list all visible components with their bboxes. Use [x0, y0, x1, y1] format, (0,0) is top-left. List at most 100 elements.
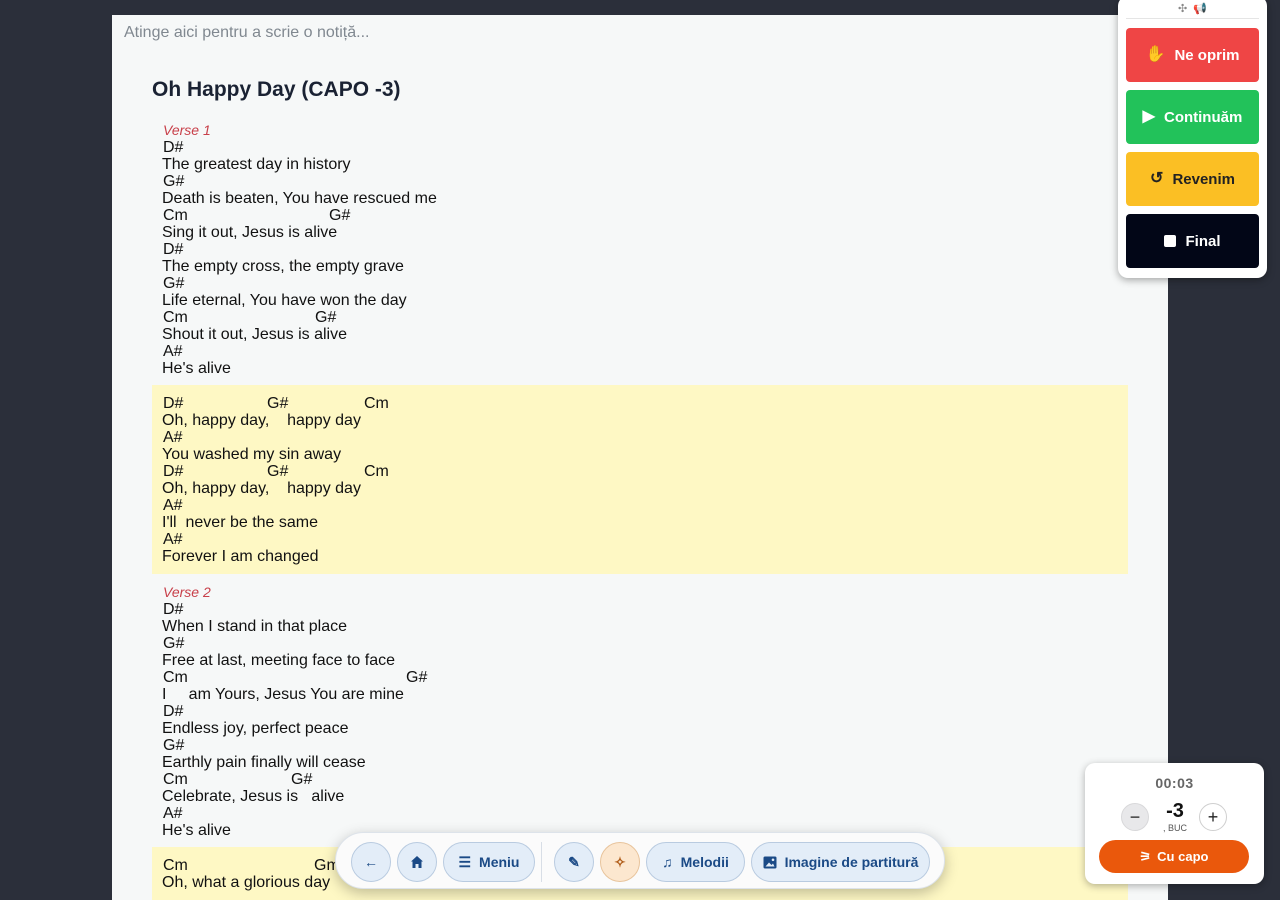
lyric-text: Life eternal, You have won the day	[162, 292, 407, 309]
chord: A#	[163, 429, 183, 446]
lyric-text: Forever I am changed	[162, 548, 319, 565]
chord-row: Cm G#	[162, 309, 1118, 326]
pencil-icon: ✎	[568, 853, 580, 870]
chord: D#	[163, 139, 184, 156]
magic-wand-icon: ✧	[614, 853, 626, 870]
stop-label: Ne oprim	[1174, 46, 1240, 64]
chorus-section: D# G# Cm Oh, happy day, happy day A# You wash…	[152, 385, 1128, 574]
chord: A#	[163, 497, 183, 514]
chord: G#	[163, 737, 185, 754]
elapsed-timer: 00:03	[1155, 775, 1194, 791]
songs-button[interactable]: ♫ Melodii	[646, 842, 745, 882]
chord: D#	[163, 395, 184, 412]
song-line: G# Free at last, meeting face to face	[162, 635, 1118, 669]
lyric-text: I am Yours, Jesus You are mine	[162, 686, 404, 703]
play-icon: ▶	[1142, 108, 1155, 125]
chord-row: A#	[162, 531, 1118, 548]
lyric-text: He's alive	[162, 822, 231, 839]
song-line: A# He's alive	[162, 343, 1118, 377]
chord-row: D#	[162, 241, 1118, 258]
lyric-text: Endless joy, perfect peace	[162, 720, 349, 737]
chord: A#	[163, 343, 183, 360]
chord: Cm	[163, 857, 188, 874]
magic-button[interactable]: ✧	[600, 842, 640, 882]
song-line: D# G# Cm Oh, happy day, happy day	[162, 463, 1118, 497]
chord: Cm	[163, 309, 188, 326]
capo-widget: 00:03 − -3 , BUC + ⚞ Cu capo	[1085, 763, 1264, 884]
home-button[interactable]	[397, 842, 437, 882]
capo-increase-button[interactable]: +	[1199, 803, 1227, 831]
chord-row: D#	[162, 703, 1118, 720]
song-sheet: Oh Happy Day (CAPO -3) Verse 1D#The grea…	[112, 15, 1168, 900]
revert-button[interactable]: ↺ Revenim	[1126, 152, 1259, 206]
song-line: Cm G# Shout it out, Jesus is alive	[162, 309, 1118, 343]
lyric-text: He's alive	[162, 360, 231, 377]
song-line: D# Endless joy, perfect peace	[162, 703, 1118, 737]
lyric-text: Oh, happy day, happy day	[162, 412, 361, 429]
chord-row: D#	[162, 601, 1118, 618]
chord: Cm	[364, 395, 389, 412]
chord: G#	[267, 395, 289, 412]
chord: G#	[163, 635, 185, 652]
menu-button[interactable]: ☰ Meniu	[443, 842, 535, 882]
edit-button[interactable]: ✎	[554, 842, 594, 882]
chord: G#	[315, 309, 337, 326]
chord: Cm	[163, 771, 188, 788]
lyric-text: When I stand in that place	[162, 618, 347, 635]
chord: Cm	[163, 669, 188, 686]
capo-decrease-button[interactable]: −	[1121, 803, 1149, 831]
songs-label: Melodii	[680, 854, 729, 870]
song-line: A# Forever I am changed	[162, 531, 1118, 565]
music-note-icon: ♫	[662, 854, 673, 870]
menu-label: Meniu	[479, 854, 520, 870]
control-panel: ✣ 📢 ✋ Ne oprim ▶ Continuăm ↺ Revenim Fina…	[1118, 0, 1267, 278]
chord-row: G#	[162, 275, 1118, 292]
chord-row: A#	[162, 497, 1118, 514]
sheet-image-button[interactable]: Imagine de partitură	[751, 842, 930, 882]
lyric-text: Earthly pain finally will cease	[162, 754, 366, 771]
chord: Cm	[364, 463, 389, 480]
chord-row: G#	[162, 737, 1118, 754]
lyric-text: Shout it out, Jesus is alive	[162, 326, 347, 343]
chord-row: D#	[162, 139, 1118, 156]
song-line: G# Life eternal, You have won the day	[162, 275, 1118, 309]
capo-icon: ⚞	[1139, 848, 1152, 864]
song-line: D# The empty cross, the empty grave	[162, 241, 1118, 275]
chord-row: G#	[162, 173, 1118, 190]
panel-grip[interactable]: ✣ 📢	[1118, 2, 1267, 15]
capo-unit: , BUC	[1162, 823, 1187, 833]
note-input[interactable]	[112, 15, 1012, 51]
chord-row: A#	[162, 429, 1118, 446]
continue-label: Continuăm	[1163, 108, 1243, 126]
chord: G#	[291, 771, 313, 788]
lyric-text: The empty cross, the empty grave	[162, 258, 404, 275]
chord-row: A#	[162, 805, 1118, 822]
capo-toggle-label: Cu capo	[1157, 849, 1209, 864]
chord-row: Cm G#	[162, 207, 1118, 224]
move-icon[interactable]: ✣	[1178, 3, 1187, 15]
song-line: D# When I stand in that place	[162, 601, 1118, 635]
undo-icon: ↺	[1150, 170, 1164, 187]
chord: G#	[163, 173, 185, 190]
verse-section: Verse 1 D# The greatest day in history G# De…	[152, 121, 1128, 377]
lyric-text: Oh, happy day, happy day	[162, 480, 361, 497]
song-title: Oh Happy Day (CAPO -3)	[152, 78, 401, 101]
final-label: Final	[1185, 232, 1221, 250]
chord-row: Cm G#	[162, 771, 1118, 788]
song-line: G# Death is beaten, You have rescued me	[162, 173, 1118, 207]
chord: Cm	[163, 207, 188, 224]
megaphone-icon: 📢	[1193, 3, 1207, 15]
verse-section: Verse 2 D# When I stand in that place G# Fre…	[152, 583, 1128, 839]
menu-icon: ☰	[458, 853, 472, 870]
song-line: Cm G# Celebrate, Jesus is alive	[162, 771, 1118, 805]
stop-button[interactable]: ✋ Ne oprim	[1126, 28, 1259, 82]
continue-button[interactable]: ▶ Continuăm	[1126, 90, 1259, 144]
capo-toggle-button[interactable]: ⚞ Cu capo	[1099, 840, 1249, 873]
lyric-text: Celebrate, Jesus is alive	[162, 788, 345, 805]
lyric-text: Death is beaten, You have rescued me	[162, 190, 437, 207]
chord: D#	[163, 241, 184, 258]
lyric-text: The greatest day in history	[162, 156, 351, 173]
image-icon	[763, 856, 777, 868]
final-button[interactable]: Final	[1126, 214, 1259, 268]
back-button[interactable]: ←	[351, 842, 391, 882]
